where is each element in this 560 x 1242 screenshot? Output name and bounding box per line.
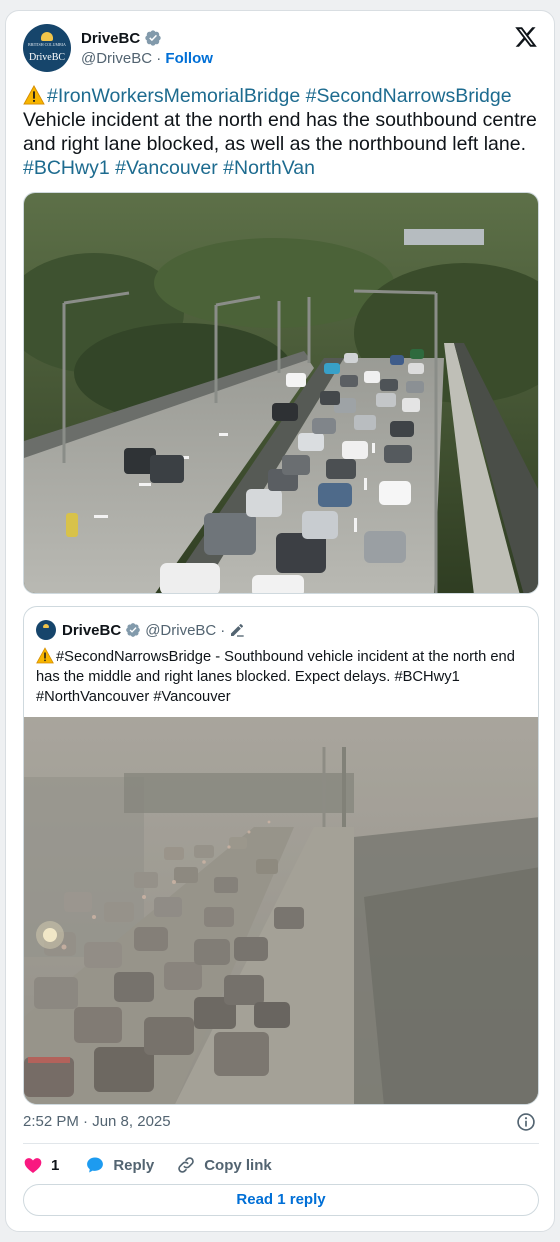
- edit-icon: [231, 623, 244, 637]
- smoky-traffic-image: [24, 717, 538, 1104]
- copy-link-label: Copy link: [204, 1156, 272, 1174]
- tweet-card: BRITISH COLUMBIA DriveBC DriveBC @DriveB…: [5, 10, 555, 1232]
- hashtag-link[interactable]: #BCHwy1: [23, 157, 110, 179]
- like-count: 1: [51, 1156, 60, 1174]
- avatar-logo-text: DriveBC: [28, 52, 66, 63]
- author-name-row: DriveBC: [81, 27, 162, 49]
- warning-icon: [23, 85, 45, 105]
- warning-icon: [36, 647, 54, 664]
- quoted-tweet-text: #SecondNarrowsBridge - Southbound vehicl…: [36, 647, 530, 707]
- reply-label: Reply: [113, 1156, 155, 1174]
- quoted-tweet[interactable]: DriveBC @DriveBC · #SecondNarrowsBridge …: [23, 606, 539, 1105]
- divider: [23, 1143, 539, 1144]
- follow-button[interactable]: Follow: [165, 50, 213, 67]
- author-handle[interactable]: @DriveBC: [81, 50, 152, 67]
- copy-link-button[interactable]: Copy link: [176, 1155, 272, 1175]
- heart-icon: [24, 1158, 42, 1173]
- quoted-author-name: DriveBC: [62, 621, 122, 639]
- quoted-hashtag: #BCHwy1: [394, 669, 460, 685]
- link-icon: [178, 1157, 194, 1173]
- reply-button[interactable]: Reply: [85, 1155, 154, 1175]
- handle-separator: ·: [220, 621, 226, 639]
- x-logo-icon[interactable]: [514, 25, 538, 49]
- quoted-hashtag: #Vancouver: [153, 689, 231, 705]
- hashtag-link[interactable]: #SecondNarrowsBridge: [306, 85, 512, 107]
- verified-icon: [126, 623, 141, 637]
- verified-icon: [145, 30, 161, 46]
- quoted-hashtag: #SecondNarrowsBridge: [56, 649, 212, 665]
- avatar[interactable]: BRITISH COLUMBIA DriveBC: [23, 24, 71, 72]
- hashtag-link[interactable]: #Vancouver: [115, 157, 218, 179]
- read-replies-button[interactable]: Read 1 reply: [23, 1184, 539, 1216]
- bridge-traffic-image: [24, 193, 538, 593]
- quoted-avatar: [36, 620, 56, 640]
- author-name[interactable]: DriveBC: [81, 30, 140, 47]
- quoted-author-row: DriveBC @DriveBC ·: [62, 620, 245, 640]
- quoted-author-handle: @DriveBC: [145, 621, 217, 639]
- avatar-small-text: BRITISH COLUMBIA: [28, 42, 66, 47]
- traffic-camera-photo[interactable]: [23, 192, 539, 594]
- handle-separator: ·: [156, 50, 162, 67]
- quoted-hashtag: #NorthVancouver: [36, 689, 150, 705]
- author-handle-row: @DriveBC · Follow: [81, 50, 213, 67]
- hashtag-link[interactable]: #NorthVan: [223, 157, 315, 179]
- action-bar: 1 Reply Copy link: [23, 1153, 294, 1177]
- quoted-camera-photo[interactable]: [24, 717, 538, 1104]
- tweet-body: Vehicle incident at the north end has th…: [23, 109, 537, 155]
- like-button[interactable]: 1: [23, 1155, 59, 1175]
- info-icon[interactable]: [516, 1112, 536, 1132]
- reply-bubble-icon: [87, 1157, 104, 1173]
- tweet-timestamp[interactable]: 2:52 PM · Jun 8, 2025: [23, 1113, 171, 1130]
- hashtag-link[interactable]: #IronWorkersMemorialBridge: [47, 85, 300, 107]
- crest-emblem: [41, 32, 53, 41]
- tweet-text: #IronWorkersMemorialBridge #SecondNarrow…: [23, 84, 539, 180]
